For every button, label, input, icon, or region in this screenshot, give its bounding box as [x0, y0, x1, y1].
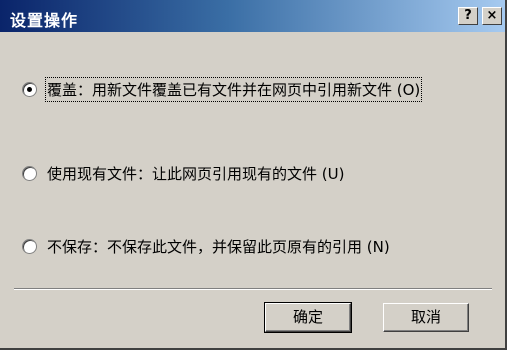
separator: [14, 288, 492, 290]
ok-button[interactable]: 确定: [264, 302, 352, 333]
option-dont-save[interactable]: 不保存：不保存此文件，并保留此页原有的引用 (N): [22, 236, 390, 257]
close-button[interactable]: ×: [482, 7, 502, 25]
option-use-existing[interactable]: 使用现有文件：让此网页引用现有的文件 (U): [22, 163, 344, 184]
radio-dont-save[interactable]: [22, 239, 37, 254]
title-bar[interactable]: 设置操作 ? ×: [0, 0, 505, 32]
set-action-dialog: 设置操作 ? × 覆盖：用新文件覆盖已有文件并在网页中引用新文件 (O) 使用现…: [0, 0, 507, 350]
option-overwrite[interactable]: 覆盖：用新文件覆盖已有文件并在网页中引用新文件 (O): [22, 77, 423, 102]
option-dont-save-label: 不保存：不保存此文件，并保留此页原有的引用 (N): [47, 238, 390, 256]
dialog-title: 设置操作: [10, 11, 79, 30]
radio-use-existing[interactable]: [22, 166, 37, 181]
option-use-existing-label: 使用现有文件：让此网页引用现有的文件 (U): [47, 165, 345, 183]
radio-overwrite[interactable]: [22, 82, 37, 97]
option-overwrite-label: 覆盖：用新文件覆盖已有文件并在网页中引用新文件 (O): [44, 77, 423, 102]
cancel-button[interactable]: 取消: [383, 303, 469, 332]
help-button[interactable]: ?: [458, 7, 478, 25]
